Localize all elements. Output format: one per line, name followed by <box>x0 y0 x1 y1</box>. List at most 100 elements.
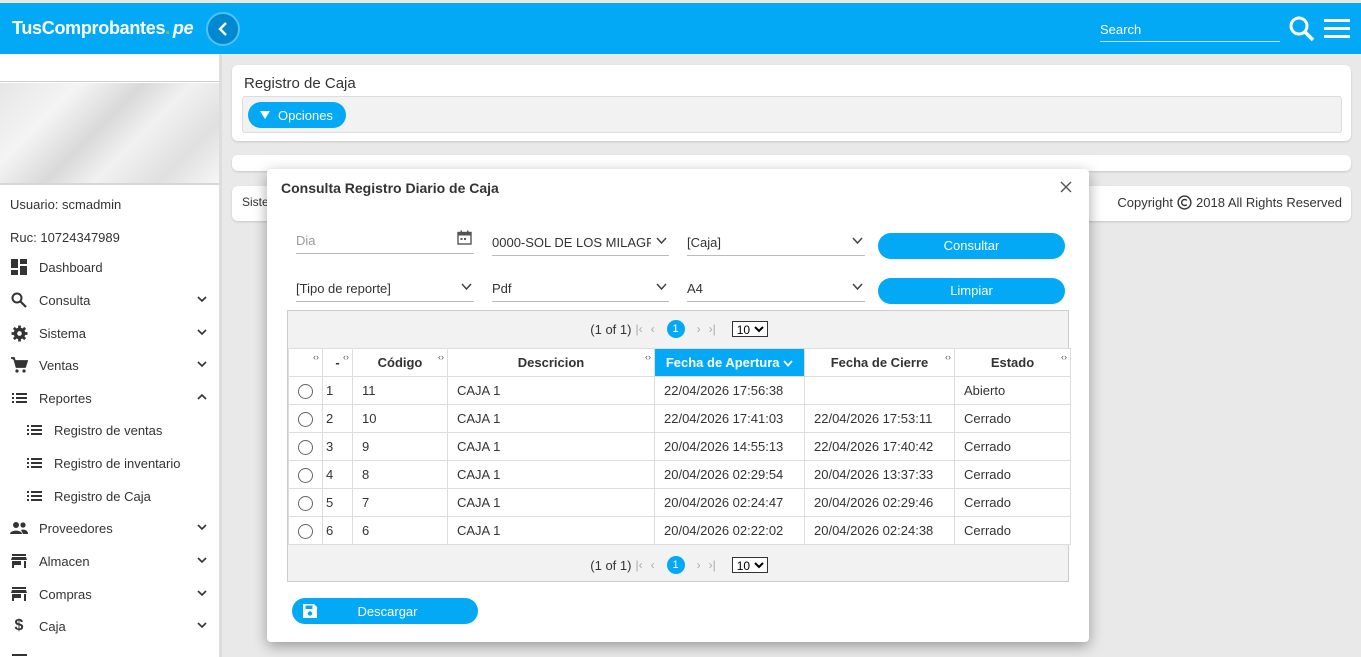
sidebar-item-compras[interactable]: Compras <box>0 579 219 609</box>
chevron-down-icon <box>656 237 667 245</box>
limpiar-button[interactable]: Limpiar <box>878 278 1065 304</box>
prev-page-icon[interactable]: ‹ <box>651 558 655 572</box>
radio-button[interactable] <box>298 439 313 455</box>
page-report: (1 of 1) <box>590 557 632 573</box>
cell-fecha-apertura: 22/04/2026 17:56:38 <box>654 376 805 405</box>
menu-icon[interactable] <box>1324 17 1350 39</box>
sidebar-item-registro-inventario[interactable]: Registro de inventario <box>0 448 219 478</box>
brand-logo[interactable]: TusComprobantes. pe <box>12 18 194 39</box>
sidebar-item-sistema[interactable]: Sistema <box>0 318 219 348</box>
prev-page-icon[interactable]: ‹ <box>651 322 655 336</box>
col-estado[interactable]: Estado ‹› <box>954 348 1071 377</box>
table-row[interactable]: 6 6 CAJA 1 20/04/2026 02:22:02 20/04/202… <box>288 516 1071 545</box>
save-icon <box>303 604 317 618</box>
sidebar-item-partial[interactable] <box>0 644 219 657</box>
col-descricion[interactable]: Descricion ‹› <box>447 348 655 377</box>
data-table: (1 of 1) |‹ ‹ 1 › ›| 10 ‹› - ‹› Código ‹› … <box>287 310 1071 583</box>
tamano-select[interactable]: A4 <box>687 276 865 302</box>
formato-value: Pdf <box>492 281 512 296</box>
cell-fecha-cierre: 20/04/2026 02:29:46 <box>804 488 955 517</box>
sidebar-item-consulta[interactable]: Consulta <box>0 285 219 315</box>
search-input[interactable] <box>1100 18 1280 42</box>
table-row[interactable]: 3 9 CAJA 1 20/04/2026 14:55:13 22/04/202… <box>288 432 1071 461</box>
resize-icon[interactable]: ‹› <box>645 352 651 362</box>
chevron-down-icon <box>197 361 207 368</box>
chevron-down-icon <box>197 622 207 629</box>
row-index: 4 <box>322 460 353 489</box>
row-select[interactable] <box>288 432 323 461</box>
paginator-top: (1 of 1) |‹ ‹ 1 › ›| 10 <box>288 311 1070 347</box>
row-select[interactable] <box>288 516 323 545</box>
sidebar-item-almacen[interactable]: Almacen <box>0 546 219 576</box>
row-select[interactable] <box>288 404 323 433</box>
resize-icon[interactable]: ‹› <box>945 352 951 362</box>
next-page-icon[interactable]: › <box>697 558 701 572</box>
list-icon <box>25 421 43 439</box>
row-select[interactable] <box>288 488 323 517</box>
formato-select[interactable]: Pdf <box>492 276 669 302</box>
first-page-icon[interactable]: |‹ <box>635 558 642 572</box>
dia-field[interactable]: Dia <box>296 228 474 254</box>
row-select[interactable] <box>288 460 323 489</box>
page-number[interactable]: 1 <box>666 556 685 574</box>
last-page-icon[interactable]: ›| <box>709 322 716 336</box>
resize-icon[interactable]: ‹› <box>343 352 349 362</box>
radio-button[interactable] <box>298 383 313 399</box>
col-codigo[interactable]: Código ‹› <box>352 348 448 377</box>
options-button[interactable]: Opciones <box>248 102 346 128</box>
sidebar-collapse-button[interactable] <box>206 12 240 46</box>
col-fecha-cierre[interactable]: Fecha de Cierre ‹› <box>804 348 955 377</box>
cell-fecha-cierre: 20/04/2026 13:37:33 <box>804 460 955 489</box>
radio-button[interactable] <box>298 523 313 539</box>
sidebar-item-reportes[interactable]: Reportes <box>0 383 219 413</box>
sidebar-item-dashboard[interactable]: Dashboard <box>0 252 219 282</box>
close-icon[interactable] <box>1058 179 1074 195</box>
resize-icon[interactable]: ‹› <box>1061 352 1067 362</box>
resize-icon[interactable]: ‹› <box>438 352 444 362</box>
cell-estado: Cerrado <box>954 460 1071 489</box>
triangle-down-icon <box>260 111 270 119</box>
paginator-bottom: (1 of 1) |‹ ‹ 1 › ›| 10 <box>288 547 1070 583</box>
footer-text: Siste <box>242 195 269 209</box>
col-label: Código <box>377 355 423 370</box>
table-row[interactable]: 1 11 CAJA 1 22/04/2026 17:56:38 Abierto <box>288 376 1071 405</box>
rows-per-page-select[interactable]: 10 <box>731 321 768 337</box>
table-row[interactable]: 5 7 CAJA 1 20/04/2026 02:24:47 20/04/202… <box>288 488 1071 517</box>
cell-codigo: 11 <box>352 376 448 405</box>
options-button-label: Opciones <box>278 107 333 123</box>
descargar-button[interactable]: Descargar <box>292 598 478 624</box>
options-bar: Opciones <box>242 96 1342 133</box>
col-fecha-apertura[interactable]: Fecha de Apertura ‹› <box>654 348 812 377</box>
consultar-button[interactable]: Consultar <box>878 233 1065 259</box>
sidebar-item-proveedores[interactable]: Proveedores <box>0 513 219 543</box>
table-row[interactable]: 4 8 CAJA 1 20/04/2026 02:29:54 20/04/202… <box>288 460 1071 489</box>
sidebar-item-caja[interactable]: $ Caja <box>0 611 219 641</box>
copyright-icon <box>1177 195 1192 210</box>
radio-button[interactable] <box>298 411 313 427</box>
last-page-icon[interactable]: ›| <box>709 558 716 572</box>
calendar-icon[interactable] <box>457 230 472 245</box>
sidebar-item-ventas[interactable]: Ventas <box>0 350 219 380</box>
tipo-reporte-value: [Tipo de reporte] <box>296 281 391 296</box>
rows-per-page-select[interactable]: 10 <box>731 557 768 573</box>
page-number[interactable]: 1 <box>666 320 685 338</box>
sidebar-item-label: Compras <box>39 586 92 602</box>
first-page-icon[interactable]: |‹ <box>635 322 642 336</box>
chevron-down-icon <box>461 283 472 291</box>
sidebar-item-registro-ventas[interactable]: Registro de ventas <box>0 415 219 445</box>
search-icon[interactable] <box>1288 15 1316 43</box>
row-select[interactable] <box>288 376 323 405</box>
radio-button[interactable] <box>298 495 313 511</box>
local-select[interactable]: 0000-SOL DE LOS MILAGROS <box>492 230 669 256</box>
col-index[interactable]: - ‹› <box>322 348 353 377</box>
cell-codigo: 9 <box>352 432 448 461</box>
resize-icon[interactable]: ‹› <box>313 352 319 362</box>
next-page-icon[interactable]: › <box>697 322 701 336</box>
sidebar-item-label: Caja <box>39 618 66 634</box>
tipo-reporte-select[interactable]: [Tipo de reporte] <box>296 276 474 302</box>
sidebar-item-registro-caja[interactable]: Registro de Caja <box>0 481 219 511</box>
caja-select[interactable]: [Caja] <box>687 230 865 256</box>
radio-button[interactable] <box>298 467 313 483</box>
table-row[interactable]: 2 10 CAJA 1 22/04/2026 17:41:03 22/04/20… <box>288 404 1071 433</box>
cell-fecha-apertura: 20/04/2026 02:29:54 <box>654 460 805 489</box>
